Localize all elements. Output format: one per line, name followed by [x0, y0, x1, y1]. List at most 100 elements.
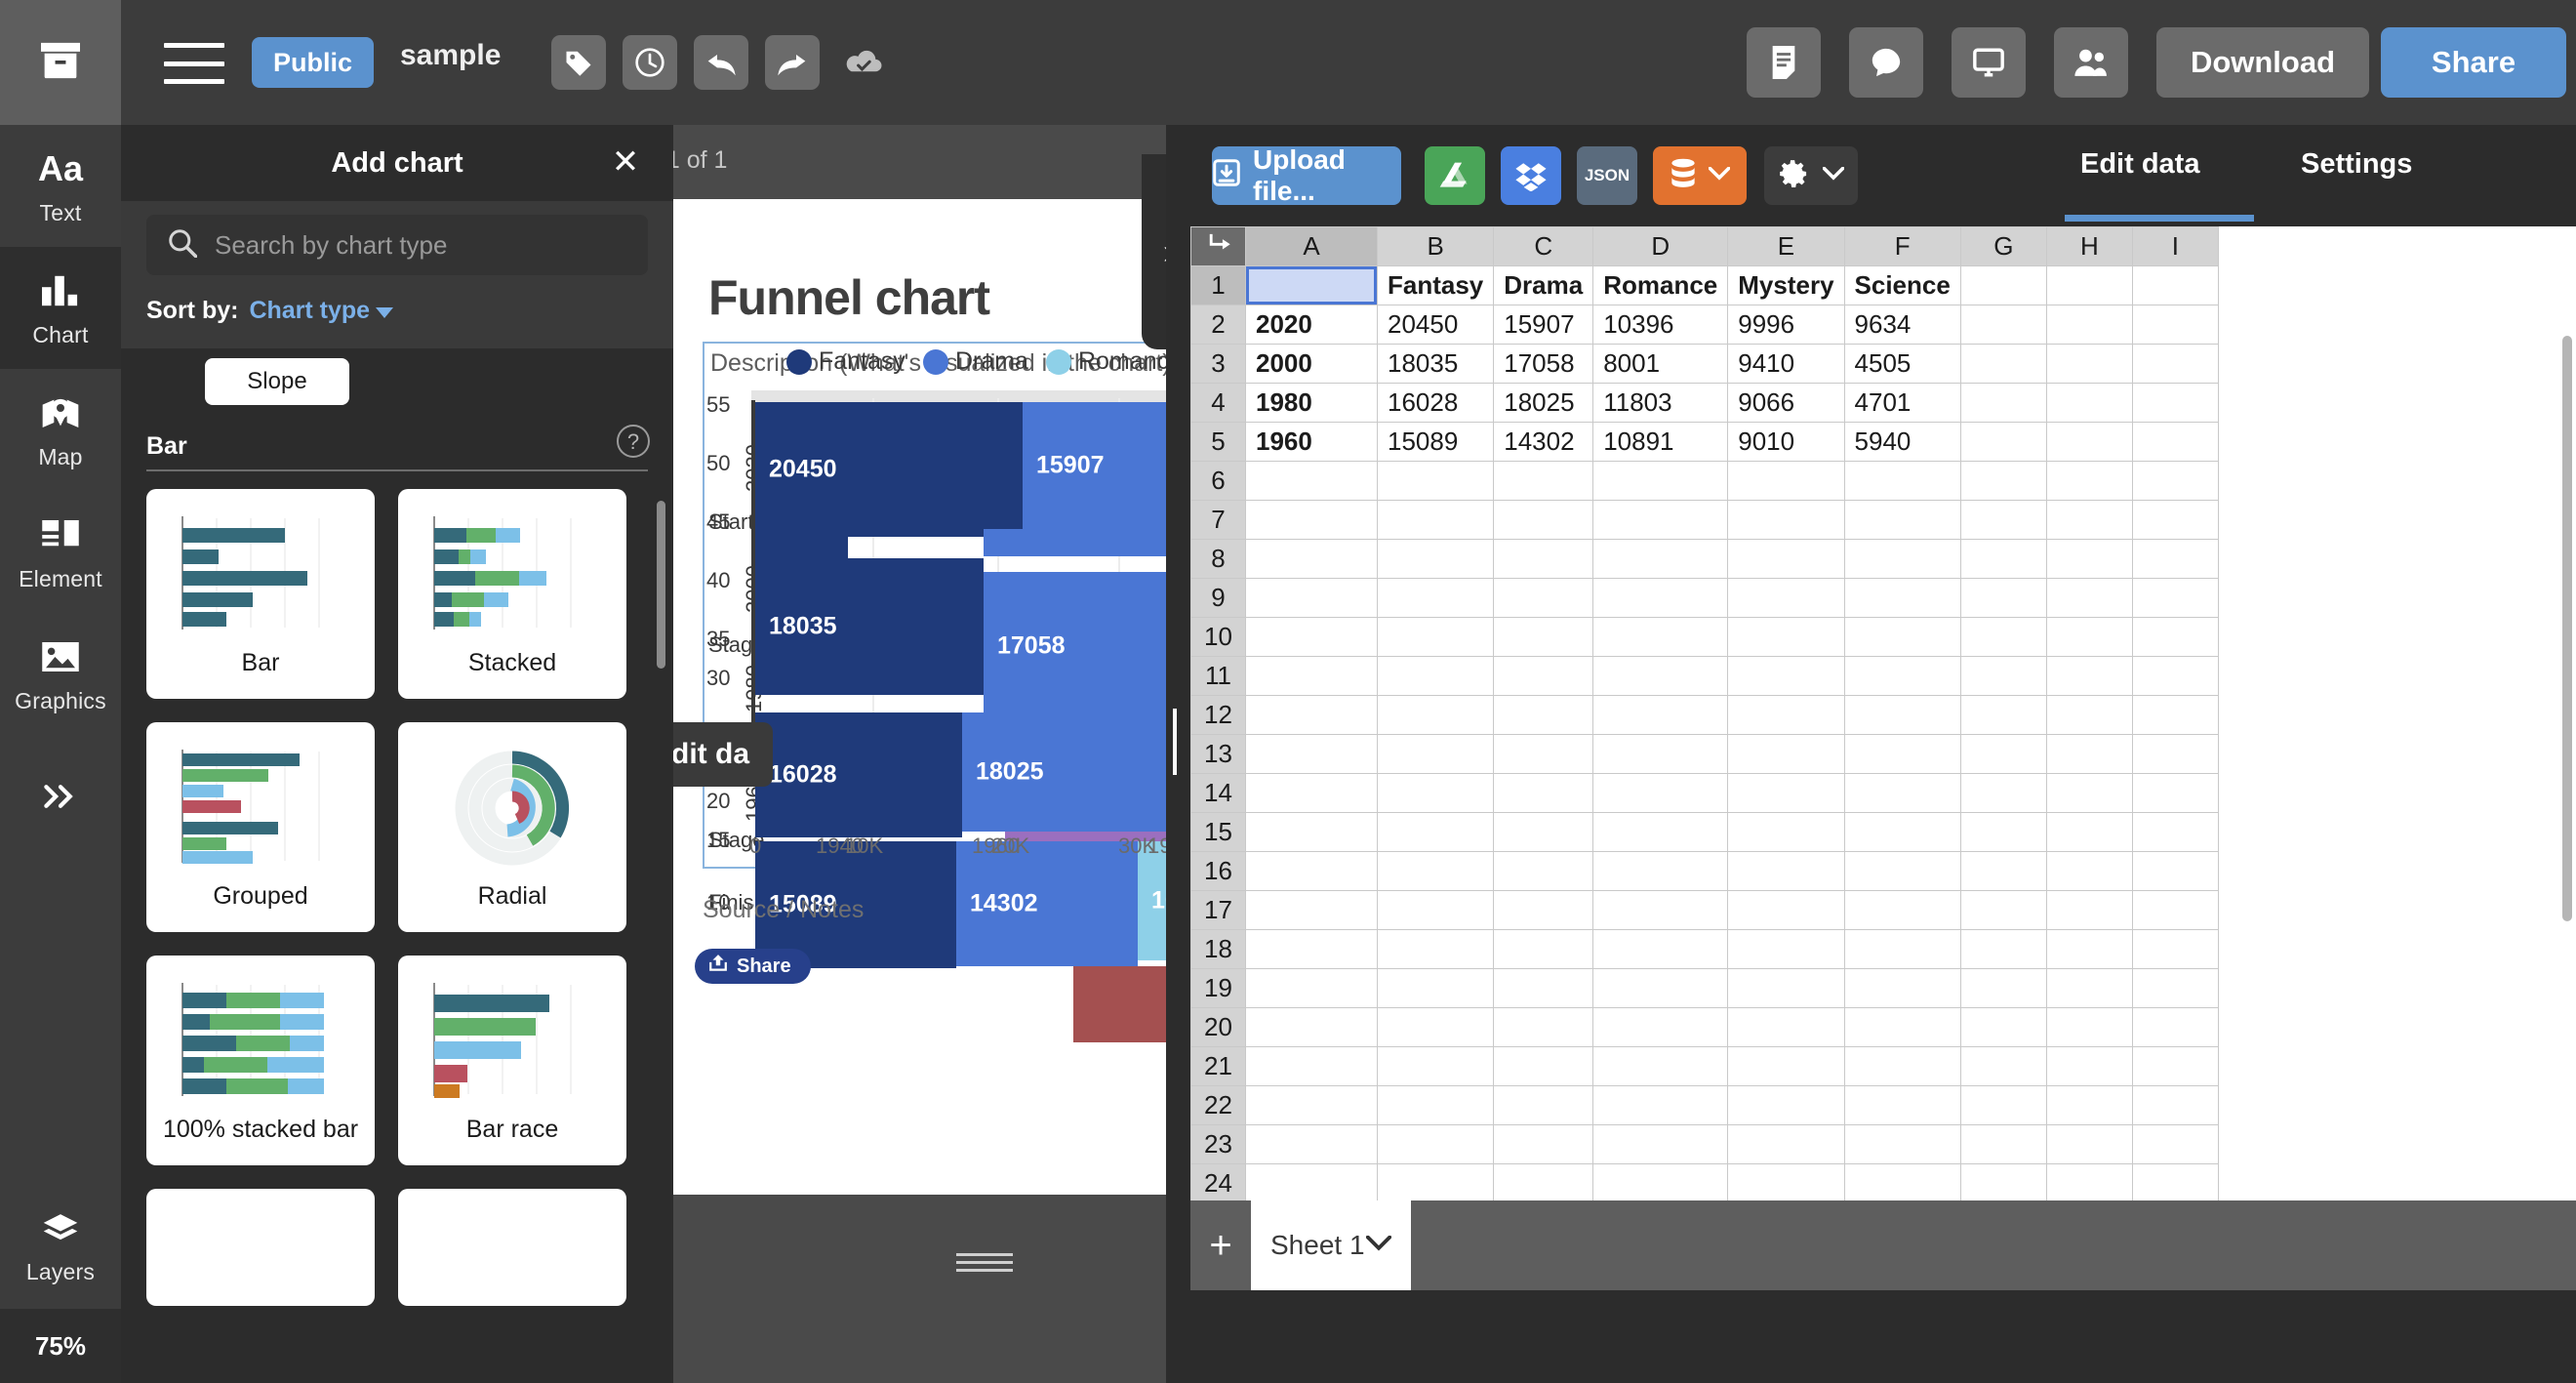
table-cell[interactable] — [2045, 1046, 2133, 1086]
table-cell[interactable] — [1493, 1124, 1594, 1164]
table-cell[interactable]: 9010 — [1727, 422, 1845, 462]
table-cell[interactable] — [1727, 773, 1845, 813]
table-cell[interactable] — [1843, 1124, 1961, 1164]
bar-segment[interactable]: 16028 — [755, 712, 962, 837]
table-cell[interactable] — [1959, 695, 2047, 735]
table-cell[interactable] — [1959, 500, 2047, 540]
table-cell[interactable] — [1592, 812, 1729, 852]
table-cell[interactable] — [2045, 968, 2133, 1008]
legend-item-romance[interactable]: Romance — [1045, 347, 1183, 376]
row-header[interactable]: 6 — [1190, 461, 1246, 501]
table-cell[interactable] — [2045, 578, 2133, 618]
hamburger-menu-icon[interactable] — [164, 43, 224, 84]
chart-card-bar-race[interactable]: Bar race — [398, 956, 626, 1165]
table-cell[interactable] — [1727, 656, 1845, 696]
table-cell[interactable] — [2131, 265, 2219, 305]
bar-segment[interactable]: 18035 — [755, 558, 984, 695]
table-cell[interactable] — [1727, 812, 1845, 852]
present-screen-icon[interactable] — [1952, 27, 2026, 98]
table-cell[interactable] — [1727, 734, 1845, 774]
bar-segment[interactable]: 20450 — [755, 402, 1023, 537]
table-cell[interactable] — [1245, 890, 1378, 930]
table-cell[interactable] — [2045, 265, 2133, 305]
table-cell[interactable] — [2045, 617, 2133, 657]
table-cell[interactable] — [1727, 968, 1845, 1008]
rail-item-map[interactable]: Map — [0, 369, 121, 491]
row-header[interactable]: 20 — [1190, 1007, 1246, 1047]
download-button[interactable]: Download — [2156, 27, 2369, 98]
table-cell[interactable] — [1592, 1007, 1729, 1047]
table-cell[interactable] — [1376, 695, 1495, 735]
table-cell[interactable] — [1376, 890, 1495, 930]
table-cell[interactable] — [2131, 734, 2219, 774]
table-cell[interactable]: 11803 — [1592, 383, 1729, 423]
table-cell[interactable] — [2045, 656, 2133, 696]
table-cell[interactable] — [1959, 617, 2047, 657]
table-cell[interactable] — [2131, 344, 2219, 384]
table-cell[interactable] — [2045, 461, 2133, 501]
table-cell[interactable] — [1245, 500, 1378, 540]
chart-card-pct-stacked[interactable]: 100% stacked bar — [146, 956, 375, 1165]
table-cell[interactable] — [1376, 1163, 1495, 1203]
table-cell[interactable] — [1493, 1163, 1594, 1203]
table-cell[interactable] — [2045, 929, 2133, 969]
spreadsheet[interactable]: A B C D E F G H I 1 Fantasy Drama Romance My… — [1190, 226, 2576, 1290]
table-cell[interactable] — [1959, 578, 2047, 618]
row-header[interactable]: 5 — [1190, 422, 1246, 462]
table-cell[interactable]: 15089 — [1376, 422, 1495, 462]
table-cell[interactable]: 14302 — [1493, 422, 1594, 462]
search-input[interactable]: Search by chart type — [146, 215, 648, 275]
table-cell[interactable] — [1376, 968, 1495, 1008]
table-cell[interactable]: 10396 — [1592, 305, 1729, 345]
table-cell[interactable] — [1843, 968, 1961, 1008]
bar-segment[interactable]: 14302 — [956, 841, 1138, 966]
table-cell[interactable] — [1959, 305, 2047, 345]
chart-card-bar[interactable]: Bar — [146, 489, 375, 699]
table-cell[interactable] — [1843, 773, 1961, 813]
table-cell[interactable] — [1592, 500, 1729, 540]
table-cell[interactable] — [1959, 1163, 2047, 1203]
select-all-corner-icon[interactable] — [1190, 226, 1246, 266]
table-cell[interactable] — [1959, 265, 2047, 305]
table-cell[interactable] — [1959, 1046, 2047, 1086]
table-cell[interactable] — [1245, 812, 1378, 852]
table-cell[interactable] — [1959, 890, 2047, 930]
table-cell[interactable] — [1493, 1085, 1594, 1125]
json-import-button[interactable]: JSON — [1577, 146, 1637, 205]
zoom-level-indicator[interactable]: 75% — [0, 1309, 121, 1383]
chart-sheet[interactable]: Funnel chart Description (What's visuali… — [673, 199, 1190, 1195]
table-cell[interactable]: 10891 — [1592, 422, 1729, 462]
rail-item-layers[interactable]: Layers — [0, 1184, 121, 1306]
table-cell[interactable] — [1843, 695, 1961, 735]
table-cell[interactable]: Mystery — [1727, 265, 1845, 305]
table-cell[interactable]: Science — [1843, 265, 1961, 305]
table-cell[interactable] — [1959, 812, 2047, 852]
bar-segment[interactable]: 18025 — [962, 712, 1190, 832]
table-cell[interactable] — [1376, 851, 1495, 891]
table-cell[interactable] — [1376, 500, 1495, 540]
row-header[interactable]: 21 — [1190, 1046, 1246, 1086]
row-header[interactable]: 2 — [1190, 305, 1246, 345]
table-cell[interactable] — [1843, 851, 1961, 891]
table-cell[interactable] — [1376, 1085, 1495, 1125]
table-cell[interactable] — [1843, 1085, 1961, 1125]
table-cell[interactable] — [1245, 617, 1378, 657]
table-cell[interactable] — [1592, 1124, 1729, 1164]
table-cell[interactable] — [1493, 1046, 1594, 1086]
table-cell[interactable] — [1376, 1124, 1495, 1164]
table-cell[interactable] — [1592, 656, 1729, 696]
table-cell[interactable] — [1592, 617, 1729, 657]
chart-title[interactable]: Funnel chart — [708, 269, 990, 326]
document-title[interactable]: sample — [400, 39, 501, 72]
table-cell[interactable] — [2045, 344, 2133, 384]
table-cell[interactable] — [1493, 890, 1594, 930]
table-cell[interactable] — [1843, 890, 1961, 930]
table-cell[interactable] — [1245, 1046, 1378, 1086]
table-cell[interactable]: 20450 — [1376, 305, 1495, 345]
table-cell[interactable] — [1727, 1085, 1845, 1125]
table-cell[interactable] — [1727, 695, 1845, 735]
table-cell[interactable] — [1493, 500, 1594, 540]
table-cell[interactable] — [1959, 539, 2047, 579]
table-cell[interactable] — [1843, 812, 1961, 852]
table-cell[interactable] — [2131, 539, 2219, 579]
